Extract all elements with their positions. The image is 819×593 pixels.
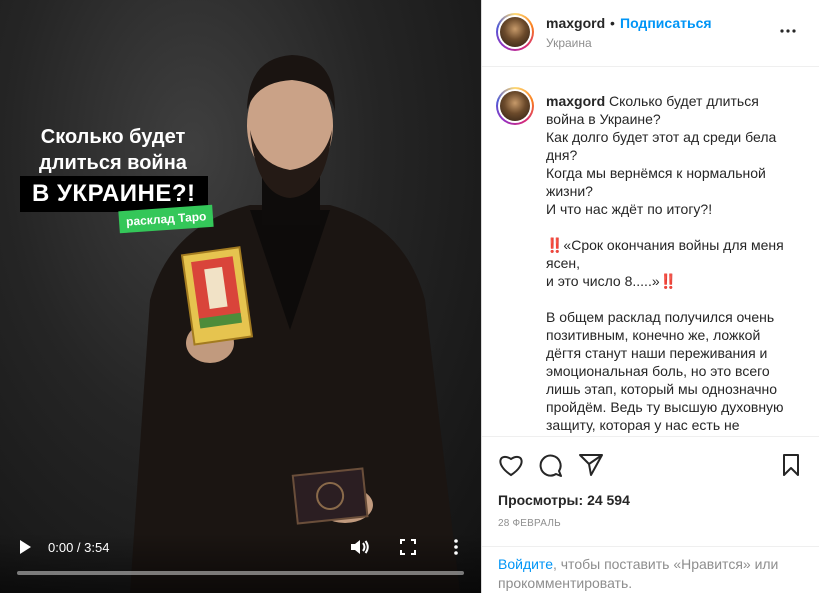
video-player[interactable]: Сколько будет длиться война В УКРАИНЕ?! … bbox=[0, 0, 481, 593]
bookmark-icon[interactable] bbox=[778, 453, 804, 477]
comment-icon[interactable] bbox=[538, 453, 564, 477]
video-time: 0:00 / 3:54 bbox=[48, 540, 110, 555]
caption-text: Сколько будет длиться война в Украине? К… bbox=[546, 93, 784, 433]
views-count[interactable]: Просмотры: 24 594 bbox=[498, 492, 630, 508]
caption-avatar[interactable] bbox=[496, 87, 534, 125]
views-number: 24 594 bbox=[587, 492, 630, 508]
video-frame-person bbox=[130, 55, 460, 593]
follow-button[interactable]: Подписаться bbox=[620, 15, 712, 31]
author-username[interactable]: maxgord bbox=[546, 15, 605, 31]
heart-icon[interactable] bbox=[498, 453, 524, 477]
more-horizontal-icon[interactable] bbox=[779, 22, 797, 40]
views-label: Просмотры: bbox=[498, 492, 584, 508]
post-caption: maxgord Сколько будет длиться война в Ук… bbox=[546, 92, 794, 434]
play-icon[interactable] bbox=[17, 539, 33, 555]
caption-area: maxgord Сколько будет длиться война в Ук… bbox=[482, 68, 819, 436]
post-date[interactable]: 28 ФЕВРАЛЬ bbox=[498, 518, 561, 529]
caption-username[interactable]: maxgord bbox=[546, 93, 605, 109]
overlay-title: Сколько будет длиться война bbox=[39, 126, 187, 174]
post-header: maxgord • Подписаться Украина bbox=[482, 0, 819, 67]
action-bar bbox=[482, 436, 819, 490]
video-more-icon[interactable] bbox=[451, 539, 461, 555]
post-location[interactable]: Украина bbox=[546, 36, 592, 50]
separator-dot: • bbox=[610, 15, 615, 31]
video-progress-bar[interactable] bbox=[17, 571, 464, 575]
fullscreen-icon[interactable] bbox=[400, 539, 416, 555]
login-prompt: Войдите, чтобы поставить «Нравится» или … bbox=[482, 546, 819, 593]
paper-plane-icon[interactable] bbox=[578, 453, 604, 477]
login-text: Войдите, чтобы поставить «Нравится» или … bbox=[498, 555, 798, 593]
author-avatar[interactable] bbox=[496, 13, 534, 51]
post-sidebar: maxgord • Подписаться Украина maxgord Ск… bbox=[481, 0, 819, 593]
login-link[interactable]: Войдите bbox=[498, 556, 553, 572]
volume-icon[interactable] bbox=[350, 539, 370, 555]
